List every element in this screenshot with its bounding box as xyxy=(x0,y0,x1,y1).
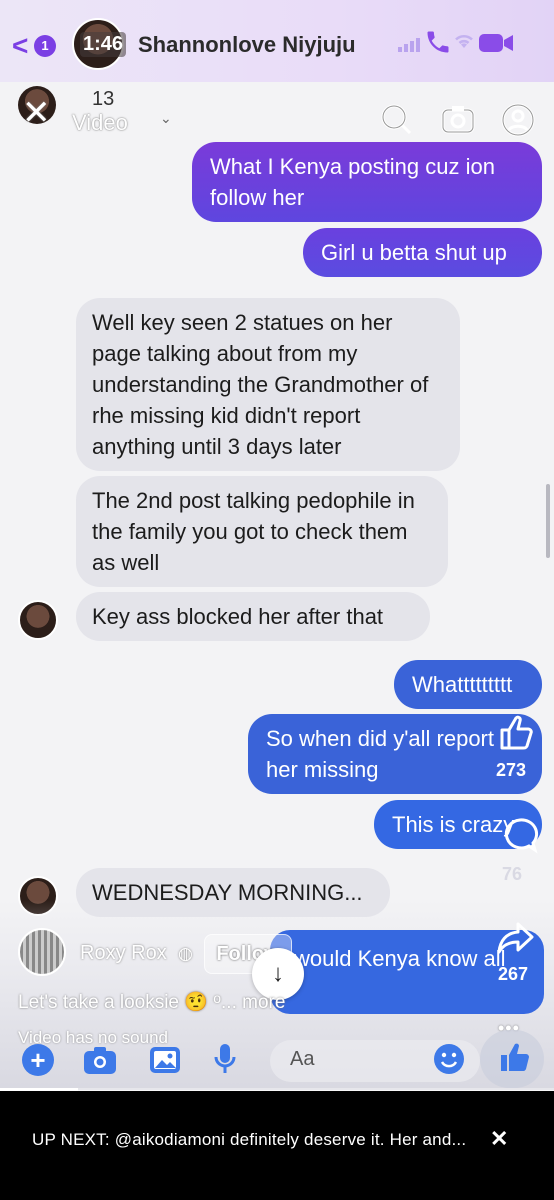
microphone-icon[interactable] xyxy=(212,1042,238,1081)
message-out[interactable]: What I Kenya posting cuz ion follow her xyxy=(192,142,542,222)
message-out[interactable]: Girl u betta shut up xyxy=(303,228,542,277)
profile-icon[interactable] xyxy=(500,102,536,138)
back-chevron-icon[interactable]: < xyxy=(12,30,28,62)
reel-caption-o: o xyxy=(213,990,222,1006)
signal-icon xyxy=(398,36,420,52)
message-out-text: would Kenya know all xyxy=(294,946,506,971)
reel-author-avatar[interactable] xyxy=(18,928,66,976)
globe-icon: ◍ xyxy=(178,944,193,963)
like-icon[interactable] xyxy=(496,712,536,752)
message-input-placeholder: Aa xyxy=(290,1048,315,1070)
chevron-down-icon[interactable]: ⌄ xyxy=(160,110,172,127)
gallery-icon[interactable] xyxy=(148,1044,182,1081)
unread-badge: 1 xyxy=(34,35,56,57)
message-in[interactable]: Key ass blocked her after that xyxy=(76,592,430,641)
scrollbar[interactable] xyxy=(546,484,550,558)
status-clock: 1:46 xyxy=(80,32,127,57)
share-icon[interactable] xyxy=(496,918,536,958)
wifi-icon xyxy=(452,30,476,56)
up-next-text[interactable]: UP NEXT: @aikodiamoni definitely deserve… xyxy=(32,1130,466,1150)
search-icon[interactable] xyxy=(378,102,414,138)
share-count: 267 xyxy=(498,964,529,984)
comment-icon[interactable] xyxy=(500,816,540,856)
camera-icon[interactable] xyxy=(82,1044,118,1081)
camera-icon[interactable] xyxy=(440,102,476,138)
overlay-count: 13 xyxy=(92,88,115,110)
emoji-icon[interactable] xyxy=(432,1042,466,1081)
reel-author-name[interactable]: Roxy Rox xyxy=(80,942,167,965)
sender-avatar[interactable] xyxy=(18,600,58,640)
more-link[interactable]: ... more xyxy=(221,992,285,1013)
reel-caption-text: Let's take a looksie 🤨 xyxy=(18,992,208,1013)
close-icon[interactable]: ✕ xyxy=(490,1126,508,1152)
message-out[interactable]: Whattttttttt xyxy=(394,660,542,709)
like-count: 273 xyxy=(496,760,527,780)
message-in[interactable]: Well key seen 2 statues on her page talk… xyxy=(76,298,460,471)
thumbs-up-icon xyxy=(498,1040,532,1079)
phone-call-icon[interactable] xyxy=(424,28,452,63)
contact-name[interactable]: Shannonlove Niyjuju xyxy=(138,32,356,58)
reel-caption[interactable]: Let's take a looksie 🤨 o... more xyxy=(18,990,285,1014)
comment-count: 76 xyxy=(502,864,523,884)
overlay-video-label[interactable]: Video xyxy=(72,110,128,136)
message-in[interactable]: The 2nd post talking pedophile in the fa… xyxy=(76,476,448,587)
video-call-icon[interactable] xyxy=(478,32,514,54)
add-icon[interactable]: + xyxy=(22,1044,54,1076)
close-icon[interactable]: ✕ xyxy=(22,96,51,130)
